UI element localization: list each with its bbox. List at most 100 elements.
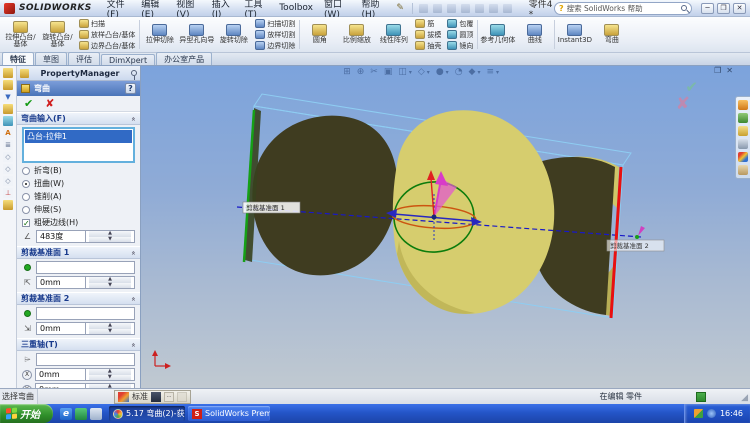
feature-reference-geometry-button[interactable]: 参考几何体: [479, 18, 516, 51]
print-icon[interactable]: [461, 4, 470, 13]
plane1-distance-input[interactable]: 0mm ▲▼: [36, 276, 135, 289]
doc-close-icon[interactable]: ✕: [726, 66, 733, 75]
tray-volume-icon[interactable]: [707, 409, 716, 418]
triad-selection-box[interactable]: [36, 353, 135, 366]
bodies-selection-listbox[interactable]: 凸台-拉伸1: [22, 127, 135, 163]
sensors-folder-icon[interactable]: [3, 116, 13, 126]
material-icon[interactable]: ≣: [3, 140, 13, 150]
restore-button[interactable]: ❐: [717, 3, 730, 14]
twisting-radio[interactable]: 扭曲(W): [22, 178, 135, 189]
tab-sketch[interactable]: 草图: [35, 52, 67, 65]
trim-plane1-callout[interactable]: 剪裁基准面 1: [243, 202, 300, 213]
solidworks-resources-icon[interactable]: [738, 100, 748, 110]
dropdown-caret[interactable]: ▾: [496, 69, 499, 76]
feature-lofted-boss-button[interactable]: 放样凸台/基体: [79, 30, 135, 40]
featuremanager-tab-icon[interactable]: [3, 68, 13, 78]
feature-shell-button[interactable]: 抽壳: [415, 41, 441, 51]
feature-flex-button[interactable]: 弯曲: [593, 18, 630, 51]
stretching-radio[interactable]: 伸展(S): [22, 204, 135, 215]
boss-extrude-feature-icon[interactable]: [3, 200, 13, 210]
tab-dimxpert[interactable]: DimXpert: [101, 54, 155, 65]
taskbar-item-video[interactable]: 5.17 弯曲(2)-获...: [109, 406, 185, 421]
feature-extruded-cut-button[interactable]: 拉伸切除: [141, 18, 178, 51]
flex-input-group-header[interactable]: 弯曲输入(F) »: [17, 112, 140, 125]
front-plane-icon[interactable]: ◇: [3, 152, 13, 162]
edit-appearance-icon[interactable]: ◔: [455, 67, 463, 77]
plane2-distance-input[interactable]: 0mm ▲▼: [36, 322, 135, 335]
menu-toolbox[interactable]: Toolbox: [274, 2, 318, 14]
zoom-area-icon[interactable]: ⊕: [357, 67, 365, 77]
standard-views-toolbar[interactable]: 标准 ··: [114, 390, 191, 404]
triad-center[interactable]: [432, 215, 437, 220]
feature-swept-boss-button[interactable]: 扫描: [79, 19, 135, 29]
annotations-icon[interactable]: A: [3, 128, 13, 138]
spinner[interactable]: ▲▼: [85, 323, 134, 334]
more-options-icon[interactable]: ··: [164, 392, 174, 402]
part-root-icon[interactable]: [3, 104, 13, 114]
dropdown-caret[interactable]: ▾: [446, 69, 449, 76]
feature-scale-button[interactable]: 比例缩放: [338, 18, 375, 51]
resize-grip[interactable]: ◢: [741, 393, 748, 403]
tab-office-products[interactable]: 办公室产品: [156, 52, 212, 65]
feature-draft-button[interactable]: 拔模: [415, 30, 441, 40]
trim-plane1-group-header[interactable]: 剪裁基准面 1 »: [17, 246, 140, 259]
feature-revolved-cut-button[interactable]: 旋转切除: [215, 18, 252, 51]
plane2-selection-box[interactable]: [36, 307, 135, 320]
display-style-icon[interactable]: ◇: [418, 67, 425, 77]
right-plane-icon[interactable]: ◇: [3, 176, 13, 186]
search-input[interactable]: 搜索 SolidWorks 帮助: [567, 3, 678, 14]
feature-wrap-button[interactable]: 包覆: [447, 19, 473, 29]
spinner[interactable]: ▲▼: [85, 231, 134, 242]
browser-quicklaunch-icon[interactable]: e: [60, 408, 72, 420]
view-palette-icon[interactable]: [738, 152, 748, 162]
rebuild-icon[interactable]: [503, 4, 512, 13]
save-icon[interactable]: [447, 4, 456, 13]
tab-evaluate[interactable]: 评估: [68, 52, 100, 65]
dropdown-caret[interactable]: ▾: [409, 69, 412, 76]
ok-button[interactable]: ✔: [24, 97, 33, 110]
feature-lofted-cut-button[interactable]: 放样切割: [255, 30, 295, 40]
start-button[interactable]: 开始: [0, 404, 53, 423]
undo-icon[interactable]: [475, 4, 484, 13]
sketch-pencil-icon[interactable]: ✎: [396, 3, 404, 13]
tab-features[interactable]: 特征: [2, 52, 34, 65]
feature-dome-button[interactable]: 圆顶: [447, 30, 473, 40]
feature-instant3d-button[interactable]: Instant3D: [556, 18, 593, 51]
appearances-icon[interactable]: [738, 165, 748, 175]
top-plane-icon[interactable]: ◇: [3, 164, 13, 174]
feature-revolved-boss-button[interactable]: 旋转凸台/基体: [39, 18, 76, 51]
feature-hole-wizard-button[interactable]: 异型孔向导: [178, 18, 215, 51]
feature-curves-button[interactable]: 曲线: [516, 18, 553, 51]
feature-rib-button[interactable]: 筋: [415, 19, 441, 29]
section-view-icon[interactable]: ▣: [384, 67, 393, 77]
search-pane-icon[interactable]: [738, 139, 748, 149]
trim-plane2-group-header[interactable]: 剪裁基准面 2 »: [17, 292, 140, 305]
search-icon[interactable]: [681, 5, 687, 11]
triad-x-value[interactable]: 0mm: [36, 370, 85, 379]
taskbar-item-solidworks[interactable]: S SolidWorks Premi...: [188, 406, 270, 421]
help-search-box[interactable]: ? 搜索 SolidWorks 帮助: [554, 2, 692, 15]
minimize-button[interactable]: ─: [701, 3, 714, 14]
previous-view-icon[interactable]: ✂: [370, 67, 378, 77]
feature-extruded-boss-button[interactable]: 拉伸凸台/基体: [2, 18, 39, 51]
spinner[interactable]: ▲▼: [85, 277, 134, 288]
open-document-icon[interactable]: [433, 4, 442, 13]
feature-swept-cut-button[interactable]: 扫描切割: [255, 19, 295, 29]
selected-body-item[interactable]: 凸台-拉伸1: [25, 130, 132, 143]
design-library-icon[interactable]: [738, 113, 748, 123]
close-button[interactable]: ✕: [733, 3, 746, 14]
file-explorer-icon[interactable]: [738, 126, 748, 136]
standard-views-icon[interactable]: [118, 392, 129, 402]
view-settings-icon[interactable]: ≡: [486, 67, 494, 77]
grid-status-icon[interactable]: [696, 392, 706, 402]
hide-show-items-icon[interactable]: ●: [436, 67, 444, 77]
tapering-radio[interactable]: 锥削(A): [22, 191, 135, 202]
trim-plane2-callout[interactable]: 剪裁基准面 2: [607, 240, 664, 251]
distance-value[interactable]: 0mm: [37, 278, 85, 287]
select-icon[interactable]: [489, 4, 498, 13]
plane1-selection-box[interactable]: [36, 261, 135, 274]
feature-boundary-cut-button[interactable]: 边界切除: [255, 41, 295, 51]
feature-mirror-button[interactable]: 镜向: [447, 41, 473, 51]
triad-group-header[interactable]: 三重轴(T) »: [17, 338, 140, 351]
filter-icon[interactable]: ▼: [3, 92, 13, 102]
